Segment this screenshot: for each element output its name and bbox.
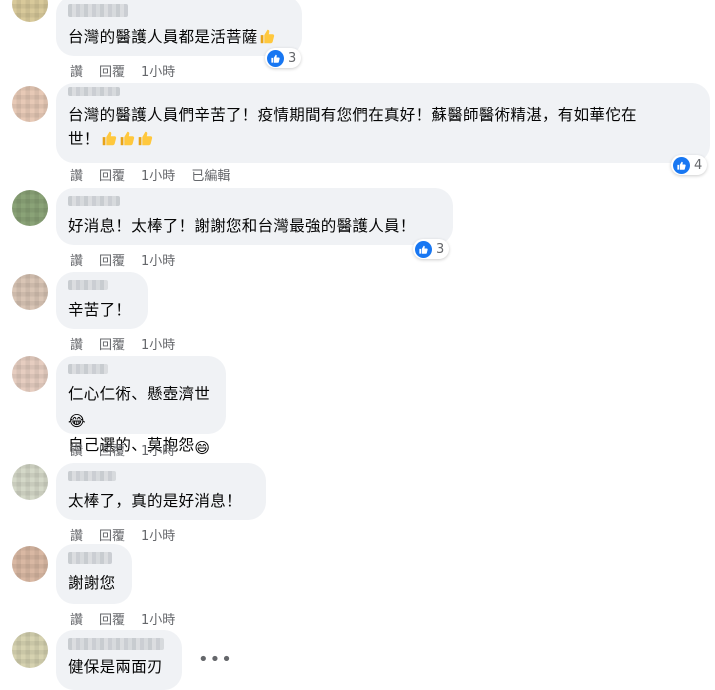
commenter-name[interactable] xyxy=(68,471,116,481)
avatar[interactable] xyxy=(12,274,48,310)
comment-bubble: 仁心仁術、懸壺濟世😂 自己選的、莫抱怨😄 xyxy=(56,356,226,457)
comment-bubble: 太棒了，真的是好消息！ xyxy=(56,463,266,520)
comment-text: 辛苦了！ xyxy=(68,301,132,319)
like-button[interactable]: 讚 xyxy=(70,609,83,628)
like-icon xyxy=(267,49,284,67)
comment-actions: 讚 回覆 1小時 已編輯 xyxy=(70,165,230,184)
grinning-emoji: 😄 xyxy=(194,439,211,457)
reply-button[interactable]: 回覆 xyxy=(99,525,125,544)
timestamp[interactable]: 1小時 xyxy=(141,165,175,184)
thumbs-up-emoji xyxy=(100,129,118,147)
comment-actions: 讚 回覆 1小時 xyxy=(70,334,175,353)
comment-bubble: 健保是兩面刃 xyxy=(56,630,182,690)
laughing-emoji: 😂 xyxy=(68,412,86,430)
avatar[interactable] xyxy=(12,632,48,668)
commenter-name[interactable] xyxy=(68,196,120,206)
comment-bubble: 台灣的醫護人員都是活菩薩 xyxy=(56,0,302,56)
commenter-name[interactable] xyxy=(68,280,108,290)
reply-button[interactable]: 回覆 xyxy=(99,334,125,353)
comment-actions: 讚 回覆 1小時 xyxy=(70,250,175,269)
reply-button[interactable]: 回覆 xyxy=(99,250,125,269)
comment-text: 健保是兩面刃 xyxy=(68,658,163,676)
commenter-name[interactable] xyxy=(68,638,164,650)
like-icon xyxy=(673,156,690,174)
reaction-count[interactable]: 4 xyxy=(671,155,708,175)
timestamp[interactable]: 1小時 xyxy=(141,334,175,353)
commenter-name[interactable] xyxy=(68,364,108,374)
avatar[interactable] xyxy=(12,86,48,122)
comment-actions: 讚 回覆 1小時 xyxy=(70,525,175,544)
thumbs-up-emoji xyxy=(136,129,154,147)
avatar[interactable] xyxy=(12,0,48,22)
comment-text: 台灣的醫護人員們辛苦了！疫情期間有您們在真好！蘇醫師醫術精湛，有如華佗在 世！ xyxy=(68,106,637,148)
comment-actions: 讚 回覆 1小時 xyxy=(70,609,175,628)
like-button[interactable]: 讚 xyxy=(70,525,83,544)
like-button[interactable]: 讚 xyxy=(70,250,83,269)
avatar[interactable] xyxy=(12,356,48,392)
comment-bubble: 台灣的醫護人員們辛苦了！疫情期間有您們在真好！蘇醫師醫術精湛，有如華佗在 世！ xyxy=(56,83,710,163)
timestamp[interactable]: 1小時 xyxy=(141,250,175,269)
like-icon xyxy=(415,240,432,258)
thumbs-up-emoji xyxy=(118,129,136,147)
reply-button[interactable]: 回覆 xyxy=(99,440,125,459)
comment-actions: 讚 回覆 1小時 xyxy=(70,61,175,80)
reply-button[interactable]: 回覆 xyxy=(99,61,125,80)
timestamp[interactable]: 1小時 xyxy=(141,609,175,628)
avatar[interactable] xyxy=(12,190,48,226)
comment-text: 太棒了，真的是好消息！ xyxy=(68,492,242,510)
comment-text: 謝謝您 xyxy=(68,574,116,592)
more-options-icon[interactable]: ••• xyxy=(198,649,233,670)
reaction-count[interactable]: 3 xyxy=(413,239,450,259)
like-button[interactable]: 讚 xyxy=(70,334,83,353)
comment-text: 台灣的醫護人員都是活菩薩 xyxy=(68,25,290,49)
reply-button[interactable]: 回覆 xyxy=(99,165,125,184)
avatar[interactable] xyxy=(12,464,48,500)
commenter-name[interactable] xyxy=(68,4,128,17)
avatar[interactable] xyxy=(12,546,48,582)
comment-text: 好消息！太棒了！謝謝您和台灣最強的醫護人員！ xyxy=(68,217,416,235)
like-button[interactable]: 讚 xyxy=(70,61,83,80)
like-button[interactable]: 讚 xyxy=(70,165,83,184)
thumbs-up-emoji xyxy=(258,27,276,45)
commenter-name[interactable] xyxy=(68,87,120,96)
timestamp[interactable]: 1小時 xyxy=(141,525,175,544)
edited-label: 已編輯 xyxy=(191,169,231,184)
comment-bubble: 好消息！太棒了！謝謝您和台灣最強的醫護人員！ xyxy=(56,188,453,245)
comment-actions: 讚 回覆 1小時 xyxy=(70,440,175,459)
like-button[interactable]: 讚 xyxy=(70,440,83,459)
timestamp[interactable]: 1小時 xyxy=(141,440,175,459)
timestamp[interactable]: 1小時 xyxy=(141,61,175,80)
commenter-name[interactable] xyxy=(68,552,112,564)
comment-bubble: 辛苦了！ xyxy=(56,272,148,329)
reply-button[interactable]: 回覆 xyxy=(99,609,125,628)
reaction-count[interactable]: 3 xyxy=(265,48,302,68)
comment-bubble: 謝謝您 xyxy=(56,544,132,604)
